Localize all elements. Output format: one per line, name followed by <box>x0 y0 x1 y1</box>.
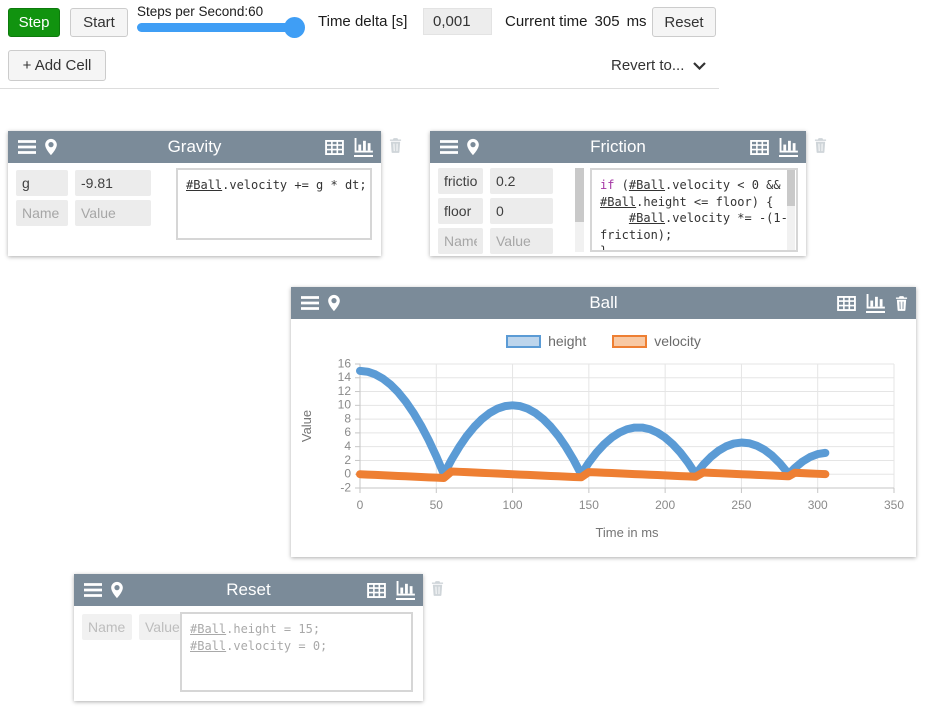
time-delta-input[interactable] <box>423 8 492 35</box>
current-time-label: Current time <box>505 13 588 30</box>
cell-title: Ball <box>291 287 916 319</box>
toolbar-divider <box>0 88 719 89</box>
param-name-input[interactable] <box>16 200 68 226</box>
param-value-input[interactable] <box>490 168 553 194</box>
table-view-icon[interactable] <box>325 140 344 155</box>
cell-gravity: Gravity #Ball.velocity += g * dt; <box>8 131 381 256</box>
chart-view-icon[interactable] <box>354 138 373 157</box>
code-line: #Ball.velocity += g * dt; <box>186 177 362 194</box>
code-scrollbar[interactable] <box>787 170 795 250</box>
legend-swatch <box>612 335 647 348</box>
code-line: #Ball.velocity *= -(1- <box>600 210 788 227</box>
param-name-input[interactable] <box>438 228 483 254</box>
reset-code-editor[interactable]: #Ball.height = 15;#Ball.velocity = 0; <box>180 612 413 692</box>
gravity-params <box>16 170 151 230</box>
chart-view-icon[interactable] <box>779 138 798 157</box>
code-line: friction); <box>600 227 788 244</box>
steps-per-second-slider[interactable] <box>137 23 304 32</box>
chart-view-icon[interactable] <box>866 294 885 313</box>
ball-chart-canvas <box>291 349 916 555</box>
legend-label: velocity <box>654 333 701 349</box>
steps-per-second-slider-thumb[interactable] <box>284 17 305 38</box>
start-button[interactable]: Start <box>70 8 128 37</box>
reset-time-button[interactable]: Reset <box>652 7 716 37</box>
steps-per-second-label: Steps per Second:60 <box>137 4 263 19</box>
code-line: #Ball.height <= floor) { <box>600 194 788 211</box>
code-line: #Ball.height = 15; <box>190 621 403 638</box>
legend-label: height <box>548 333 586 349</box>
chart-view-icon[interactable] <box>396 581 415 600</box>
add-cell-button[interactable]: + Add Cell <box>8 50 106 81</box>
param-name-input[interactable] <box>438 168 483 194</box>
current-time-unit: ms <box>627 13 647 30</box>
revert-to-label: Revert to... <box>611 57 684 74</box>
param-value-input[interactable] <box>490 198 553 224</box>
delete-cell-icon[interactable] <box>389 138 402 153</box>
param-value-input[interactable] <box>75 170 151 196</box>
friction-params <box>438 168 553 258</box>
legend-item-velocity[interactable]: velocity <box>612 333 701 349</box>
legend-item-height[interactable]: height <box>506 333 586 349</box>
delete-cell-icon[interactable] <box>814 138 827 153</box>
chevron-down-icon <box>693 62 706 70</box>
code-line: } <box>600 243 788 252</box>
cell-ball: Ball height velocity <box>291 287 916 557</box>
time-delta-label: Time delta [s] <box>318 13 407 30</box>
param-name-input[interactable] <box>82 614 132 640</box>
param-value-input[interactable] <box>490 228 553 254</box>
cell-reset: Reset #Ball.height = 15;#Ball.velocity =… <box>74 574 423 701</box>
code-line: #Ball.velocity = 0; <box>190 638 403 655</box>
param-name-input[interactable] <box>438 198 483 224</box>
table-view-icon[interactable] <box>837 296 856 311</box>
delete-cell-icon[interactable] <box>895 296 908 311</box>
legend-swatch <box>506 335 541 348</box>
step-button[interactable]: Step <box>8 8 60 37</box>
friction-code-editor[interactable]: if (#Ball.velocity < 0 &&#Ball.height <=… <box>590 168 798 252</box>
gravity-code-editor[interactable]: #Ball.velocity += g * dt; <box>176 168 372 240</box>
param-name-input[interactable] <box>16 170 68 196</box>
delete-cell-icon[interactable] <box>431 581 444 596</box>
current-time-value: 305 <box>595 13 620 30</box>
table-view-icon[interactable] <box>750 140 769 155</box>
app-root: Step Start Steps per Second:60 Time delt… <box>0 0 931 710</box>
params-scrollbar[interactable] <box>575 168 584 252</box>
code-line: if (#Ball.velocity < 0 && <box>600 177 788 194</box>
chart-legend: height velocity <box>291 333 916 349</box>
revert-to-dropdown[interactable]: Revert to... <box>611 57 706 74</box>
param-value-input[interactable] <box>75 200 151 226</box>
cell-friction: Friction if (#Ball.velocity < 0 &&#Ball.… <box>430 131 806 256</box>
current-time: Current time 305 ms <box>505 13 647 30</box>
table-view-icon[interactable] <box>367 583 386 598</box>
